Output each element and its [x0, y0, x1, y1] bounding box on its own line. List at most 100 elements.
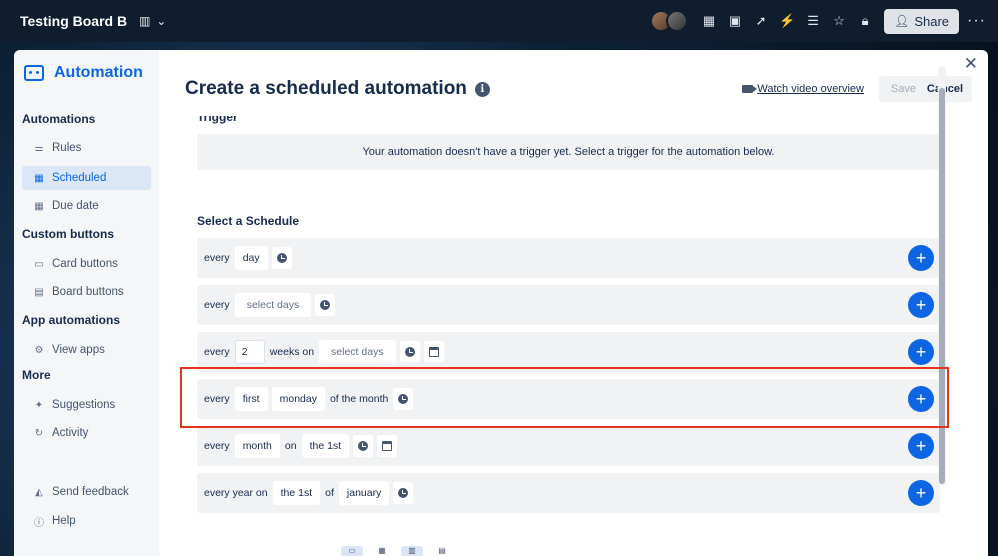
ordinal-select[interactable]: first	[234, 387, 268, 411]
every-text: every	[204, 393, 230, 405]
sidebar-item-view-apps[interactable]: ⚙ View apps	[22, 338, 151, 362]
board-view-icon[interactable]: ▥	[401, 546, 423, 556]
sidebar-item-label: Scheduled	[52, 172, 107, 184]
weekday-select[interactable]: monday	[271, 387, 325, 411]
board-view-switcher: ▭ ▦ ▥ ▤	[331, 540, 463, 556]
share-label: Share	[914, 13, 950, 29]
add-schedule-button[interactable]: +	[908, 245, 934, 271]
add-schedule-button[interactable]: +	[908, 480, 934, 506]
weeks-on-text: weeks on	[269, 346, 315, 358]
of-text: of	[325, 487, 334, 499]
planner-view-icon[interactable]: ▦	[371, 546, 393, 556]
sidebar-item-label: Board buttons	[52, 286, 124, 298]
sidebar-item-send-feedback[interactable]: ◭ Send feedback	[22, 480, 151, 504]
sidebar-title: Automation	[54, 64, 143, 81]
scrollbar[interactable]	[938, 66, 946, 486]
board-icon: ▤	[34, 286, 44, 298]
chevron-down-icon[interactable]: ⌄	[156, 14, 166, 28]
inbox-view-icon[interactable]: ▭	[341, 546, 363, 556]
trigger-heading: Trigger	[197, 116, 238, 124]
automation-robot-icon	[24, 65, 44, 81]
sidebar-item-label: Card buttons	[52, 258, 118, 270]
sparkle-icon: ✦	[34, 399, 44, 411]
sidebar-item-label: Activity	[52, 427, 89, 439]
board-title[interactable]: Testing Board B	[20, 13, 127, 29]
board-view-icon[interactable]: ▥	[139, 14, 150, 28]
schedule-option-weekly: every select days +	[197, 285, 940, 325]
sidebar-item-label: Send feedback	[52, 486, 129, 498]
sidebar-item-rules[interactable]: ⚌ Rules	[22, 136, 151, 160]
rules-icon: ⚌	[34, 142, 44, 154]
share-button[interactable]: 👤︎ Share	[884, 8, 960, 34]
sidebar-item-board-buttons[interactable]: ▤ Board buttons	[22, 280, 151, 304]
calendar-icon[interactable]: ▦	[696, 8, 722, 34]
sidebar-item-card-buttons[interactable]: ▭ Card buttons	[22, 252, 151, 276]
rocket-icon[interactable]: ➚	[748, 8, 774, 34]
clock-icon[interactable]	[393, 388, 414, 410]
calendar-icon: ▦	[34, 200, 44, 212]
members-avatars[interactable]	[650, 10, 689, 32]
weeks-count-input[interactable]: 2	[234, 340, 265, 364]
days-select[interactable]: select days	[319, 340, 396, 364]
section-more: More	[22, 368, 51, 382]
add-schedule-button[interactable]: +	[908, 433, 934, 459]
every-text: every	[204, 346, 230, 358]
day-select[interactable]: the 1st	[301, 434, 350, 458]
page-title: Create a scheduled automation	[185, 78, 467, 99]
sidebar-item-label: View apps	[52, 344, 105, 356]
unit-select[interactable]: month	[234, 434, 280, 458]
clock-icon[interactable]	[399, 341, 420, 363]
days-select[interactable]: select days	[234, 293, 312, 317]
add-person-icon: 👤︎	[894, 14, 910, 28]
add-schedule-button[interactable]: +	[908, 292, 934, 318]
day-select[interactable]: the 1st	[272, 481, 321, 505]
clock-icon[interactable]	[271, 247, 292, 269]
sidebar-item-activity[interactable]: ↻ Activity	[22, 421, 151, 445]
schedule-option-n-weeks: every 2 weeks on select days +	[197, 332, 940, 372]
clock-icon[interactable]	[353, 435, 374, 457]
calendar-icon[interactable]	[377, 435, 398, 457]
schedule-title: Select a Schedule	[197, 214, 300, 228]
watch-video-link[interactable]: Watch video overview	[742, 83, 864, 95]
help-icon: ⓘ	[34, 517, 44, 529]
unit-select[interactable]: day	[234, 246, 268, 270]
close-icon[interactable]: ✕	[964, 54, 978, 74]
video-camera-icon	[742, 85, 758, 93]
activity-icon: ↻	[34, 427, 44, 439]
filter-icon[interactable]: ☰	[800, 8, 826, 34]
watch-video-label: Watch video overview	[757, 83, 864, 95]
sidebar-item-due-date[interactable]: ▦ Due date	[22, 194, 151, 218]
more-icon[interactable]: ···	[967, 12, 986, 30]
lock-icon[interactable]: 🔒︎	[852, 8, 878, 34]
add-schedule-button[interactable]: +	[908, 339, 934, 365]
automation-bolt-icon[interactable]: ⚡	[774, 8, 800, 34]
board-header: Testing Board B ▥ ⌄ ▦ ▣ ➚ ⚡ ☰ ☆ 🔒︎ 👤︎ Sh…	[0, 0, 998, 42]
every-text: every	[204, 440, 230, 452]
add-schedule-button[interactable]: +	[908, 386, 934, 412]
star-icon[interactable]: ☆	[826, 8, 852, 34]
every-year-on-text: every year on	[204, 487, 268, 499]
avatar[interactable]	[666, 10, 689, 32]
clock-icon[interactable]	[393, 482, 414, 504]
every-text: every	[204, 252, 230, 264]
sidebar-item-label: Help	[52, 515, 76, 527]
scrollbar-thumb[interactable]	[939, 88, 945, 484]
gear-icon: ⚙	[34, 344, 44, 356]
calendar-icon[interactable]	[423, 341, 444, 363]
clock-icon[interactable]	[315, 294, 336, 316]
sidebar-item-help[interactable]: ⓘ Help	[22, 509, 151, 533]
calendar-icon: ▦	[34, 172, 44, 184]
sidebar-item-scheduled[interactable]: ▦ Scheduled	[22, 166, 151, 190]
trigger-empty-state: Your automation doesn't have a trigger y…	[197, 134, 940, 170]
of-the-month-text: of the month	[329, 393, 389, 405]
automation-modal: Automation Automations ⚌ Rules ▦ Schedul…	[14, 50, 988, 556]
megaphone-icon: ◭	[35, 486, 43, 498]
date-badge-icon[interactable]: ▣	[722, 8, 748, 34]
section-custom-buttons: Custom buttons	[22, 227, 114, 241]
sidebar-item-label: Due date	[52, 200, 99, 212]
sidebar-item-suggestions[interactable]: ✦ Suggestions	[22, 393, 151, 417]
month-select[interactable]: january	[338, 481, 390, 505]
schedule-option-monthly-day: every month on the 1st +	[197, 426, 940, 466]
info-icon[interactable]: i	[474, 81, 490, 97]
switch-boards-icon[interactable]: ▤	[431, 546, 453, 556]
